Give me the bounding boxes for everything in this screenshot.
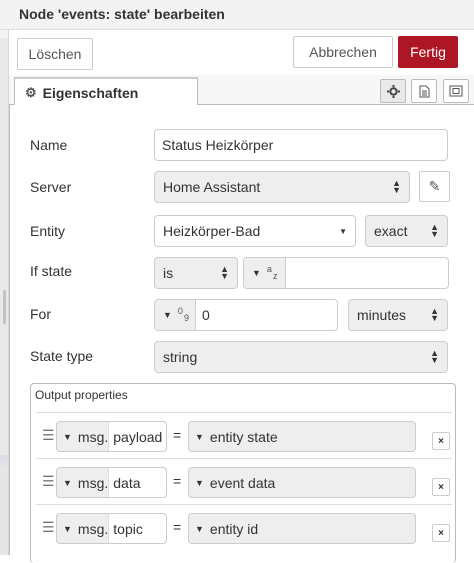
name-label: Name [30, 137, 68, 153]
output-prefix: msg. [77, 474, 109, 491]
output-property-value: topic [108, 514, 166, 543]
string-type-icon-sub: z [272, 271, 278, 281]
output-property-value: data [108, 468, 166, 497]
caret-down-icon: ▼ [63, 523, 72, 534]
done-button[interactable]: Fertig [398, 36, 458, 68]
equals-sign: = [173, 427, 182, 443]
left-edge-strip [0, 0, 9, 555]
caret-down-icon: ▼ [63, 431, 72, 442]
number-type-icon: 0 [177, 306, 183, 316]
remove-row-button[interactable]: × [432, 432, 450, 450]
if-state-operator-value: is [163, 265, 174, 281]
string-type-icon: a [266, 264, 272, 274]
chevron-down-icon: ▼ [339, 227, 347, 236]
dialog-toolbar: Löschen Abbrechen Fertig [9, 30, 474, 75]
output-prefix: msg. [77, 428, 109, 445]
caret-down-icon: ▼ [195, 523, 204, 534]
if-state-operator-select[interactable]: is ▲ ▼ [154, 257, 238, 289]
output-value-select[interactable]: ▼ entity state [188, 421, 416, 452]
description-tab-icon[interactable] [411, 79, 437, 103]
appearance-tab-icon[interactable] [443, 79, 469, 103]
if-state-type-button[interactable]: ▼ az [244, 258, 287, 288]
if-state-label: If state [30, 263, 73, 279]
drag-handle-icon[interactable]: ☰ [42, 473, 55, 490]
remove-row-button[interactable]: × [432, 478, 450, 496]
for-unit-select[interactable]: minutes ▲ ▼ [348, 299, 448, 331]
cancel-button[interactable]: Abbrechen [293, 36, 393, 68]
select-arrows-icon: ▲ ▼ [430, 222, 439, 239]
caret-down-icon: ▼ [63, 477, 72, 488]
pencil-icon: ✎ [428, 178, 441, 194]
tab-properties[interactable]: ⚙ Eigenschaften [14, 77, 198, 106]
for-value: 0 [201, 307, 210, 323]
caret-down-icon: ▼ [195, 431, 204, 442]
settings-tab-icon[interactable] [380, 79, 406, 103]
output-value-select[interactable]: ▼ event data [188, 467, 416, 498]
output-property-input[interactable]: ▼ msg. data [56, 467, 167, 498]
output-row: ☰ ▼ msg. data = ▼ event data × [36, 458, 452, 503]
output-properties-title: Output properties [35, 388, 128, 402]
select-arrows-icon: ▲ ▼ [392, 178, 401, 195]
output-value: entity id [209, 520, 259, 537]
state-type-value: string [163, 349, 198, 365]
dialog-title: Node 'events: state' bearbeiten [0, 0, 474, 30]
for-label: For [30, 306, 51, 322]
caret-down-icon: ▼ [195, 477, 204, 488]
for-type-button[interactable]: ▼ 09 [155, 300, 196, 330]
gear-icon: ⚙ [25, 84, 37, 100]
server-select[interactable]: Home Assistant ▲ ▼ [154, 171, 410, 203]
entity-combobox-value: Heizkörper-Bad [163, 223, 261, 239]
output-row: ☰ ▼ msg. topic = ▼ entity id × [36, 504, 452, 549]
caret-down-icon: ▼ [163, 310, 172, 320]
drag-handle-icon[interactable]: ☰ [42, 519, 55, 536]
equals-sign: = [173, 473, 182, 489]
output-value-select[interactable]: ▼ entity id [188, 513, 416, 544]
output-value: entity state [209, 428, 278, 445]
output-row: ☰ ▼ msg. payload = ▼ entity state × [36, 412, 452, 457]
edit-server-button[interactable]: ✎ [419, 171, 450, 202]
tab-bar: ⚙ Eigenschaften [9, 75, 474, 106]
number-type-icon-sub: 9 [183, 313, 189, 323]
select-arrows-icon: ▲ ▼ [430, 348, 439, 365]
if-state-typed-input[interactable]: ▼ az [243, 257, 449, 289]
name-input[interactable]: Status Heizkörper [154, 129, 448, 161]
state-type-label: State type [30, 348, 94, 364]
server-select-value: Home Assistant [163, 179, 261, 195]
caret-down-icon: ▼ [252, 268, 261, 278]
select-arrows-icon: ▲ ▼ [220, 264, 229, 281]
output-property-input[interactable]: ▼ msg. payload [56, 421, 167, 452]
resize-handle[interactable] [3, 290, 6, 324]
entity-match-select[interactable]: exact ▲ ▼ [365, 215, 448, 247]
entity-label: Entity [30, 223, 66, 239]
drag-handle-icon[interactable]: ☰ [42, 427, 55, 444]
output-property-input[interactable]: ▼ msg. topic [56, 513, 167, 544]
server-label: Server [30, 179, 72, 195]
for-unit-value: minutes [357, 307, 407, 323]
entity-combobox[interactable]: Heizkörper-Bad ▼ [154, 215, 356, 247]
remove-row-button[interactable]: × [432, 524, 450, 542]
select-arrows-icon: ▲ ▼ [430, 306, 439, 323]
properties-panel: Name Status Heizkörper Server Home Assis… [9, 105, 474, 563]
equals-sign: = [173, 519, 182, 535]
for-typed-input[interactable]: ▼ 09 0 [154, 299, 338, 331]
output-property-value: payload [108, 422, 166, 451]
output-properties-box: Output properties ☰ ▼ msg. payload = ▼ e… [30, 383, 456, 563]
output-value: event data [209, 474, 276, 491]
tab-properties-label: Eigenschaften [42, 84, 139, 101]
entity-match-value: exact [374, 223, 408, 239]
delete-button[interactable]: Löschen [17, 38, 93, 70]
output-prefix: msg. [77, 520, 109, 537]
state-type-select[interactable]: string ▲ ▼ [154, 341, 448, 373]
